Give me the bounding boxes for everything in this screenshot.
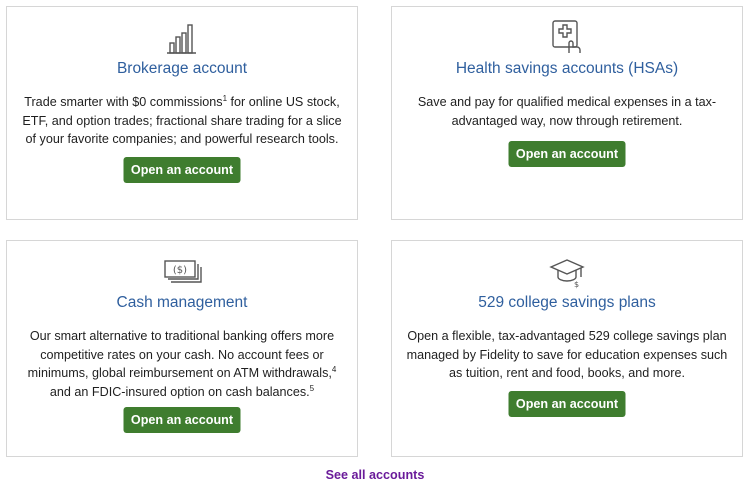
open-529-account-button[interactable]: Open an account	[508, 391, 626, 417]
cash-management-card: ($) Cash management Our smart alternativ…	[6, 240, 358, 457]
brokerage-card: Brokerage account Trade smarter with $0 …	[6, 6, 358, 220]
see-all-accounts-link[interactable]: See all accounts	[0, 468, 750, 482]
svg-text:($): ($)	[173, 265, 187, 276]
card-description: Our smart alternative to traditional ban…	[27, 329, 337, 399]
hsa-card: Health savings accounts (HSAs) Save and …	[391, 6, 743, 220]
card-title: Health savings accounts (HSAs)	[455, 60, 679, 77]
card-title: 529 college savings plans	[478, 294, 656, 311]
cash-stack-icon: ($)	[162, 251, 202, 291]
529-savings-card: $ 529 college savings plans Open a flexi…	[391, 240, 743, 457]
open-brokerage-account-button[interactable]: Open an account	[123, 157, 241, 183]
medical-tablet-icon	[547, 17, 587, 57]
open-cash-management-account-button[interactable]: Open an account	[123, 407, 241, 433]
card-title: Brokerage account	[116, 60, 248, 77]
svg-text:$: $	[574, 280, 579, 289]
graduation-cap-icon: $	[547, 251, 587, 291]
card-title: Cash management	[116, 294, 248, 311]
card-description: Open a flexible, tax-advantaged 529 coll…	[406, 329, 728, 380]
open-hsa-account-button[interactable]: Open an account	[508, 141, 626, 167]
bar-chart-icon	[162, 17, 202, 57]
card-description: Trade smarter with $0 commissions1 for o…	[22, 94, 342, 147]
card-description: Save and pay for qualified medical expen…	[417, 95, 717, 128]
